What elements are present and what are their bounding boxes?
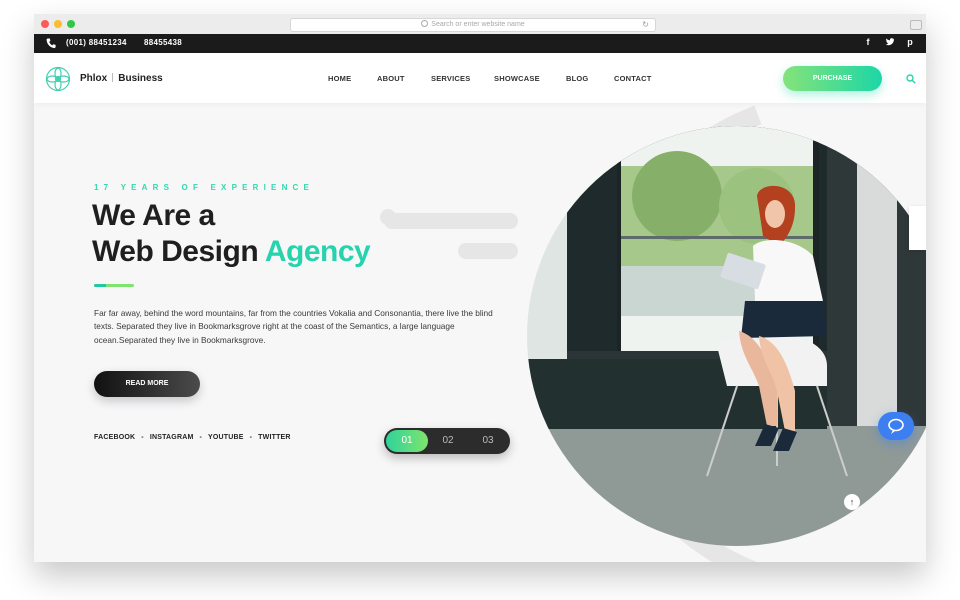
- woman-with-tablet-image: [527, 126, 926, 546]
- social-link-twitter[interactable]: TWITTER: [258, 434, 291, 441]
- hero-title-accent: Agency: [264, 235, 371, 268]
- twitter-icon[interactable]: [884, 37, 894, 48]
- browser-chrome: Search or enter website name ↻: [34, 14, 926, 35]
- social-separator: -: [141, 434, 144, 441]
- slide-button-3[interactable]: 03: [468, 428, 508, 454]
- title-underline: [94, 284, 134, 287]
- social-link-facebook[interactable]: FACEBOOK: [94, 434, 135, 441]
- search-icon: [421, 20, 429, 27]
- slide-pagination: 01 02 03: [384, 428, 510, 454]
- reload-icon[interactable]: ↻: [642, 19, 649, 31]
- slide-button-1[interactable]: 01: [386, 430, 428, 452]
- facebook-icon[interactable]: f: [863, 37, 873, 47]
- hero-title-line1: We Are a: [92, 199, 215, 232]
- hero-title-line2: Web Design Agency: [92, 234, 371, 270]
- read-more-button[interactable]: READ MORE: [94, 371, 200, 397]
- decorative-bars: [380, 209, 518, 259]
- phlox-logo-icon[interactable]: [45, 66, 71, 92]
- scroll-to-top-button[interactable]: ↑: [844, 494, 860, 510]
- top-contact-bar: (001) 88451234 88455438 f p: [34, 34, 926, 53]
- social-separator: -: [199, 434, 203, 441]
- address-bar[interactable]: Search or enter website name ↻: [290, 18, 656, 32]
- social-link-instagram[interactable]: INSTAGRAM: [150, 434, 194, 441]
- chat-button[interactable]: [878, 412, 914, 440]
- pinterest-icon[interactable]: p: [905, 37, 915, 47]
- hero-description: Far far away, behind the word mountains,…: [94, 308, 493, 345]
- hero-title-plain: Web Design: [92, 235, 259, 268]
- sidebar-toggle-icon[interactable]: [910, 20, 922, 30]
- nav-services[interactable]: SERVICES: [431, 74, 470, 83]
- chat-bubble-icon: [888, 418, 904, 434]
- logo-suffix: Business: [118, 73, 163, 84]
- minimize-window-button[interactable]: [54, 20, 62, 28]
- phone-icon: [46, 38, 56, 49]
- nav-contact[interactable]: CONTACT: [614, 74, 652, 83]
- nav-showcase[interactable]: SHOWCASE: [494, 74, 540, 83]
- slide-button-2[interactable]: 02: [428, 428, 468, 454]
- social-links: FACEBOOK - INSTAGRAM - YOUTUBE - TWITTER: [94, 434, 291, 441]
- nav-home[interactable]: HOME: [328, 74, 351, 83]
- purchase-button[interactable]: PURCHASE: [783, 66, 882, 91]
- logo-divider: [112, 73, 114, 82]
- nav-blog[interactable]: BLOG: [566, 74, 588, 83]
- social-link-youtube[interactable]: YOUTUBE: [208, 434, 244, 441]
- hero-title: We Are a Web Design Agency: [92, 198, 371, 270]
- logo-name: Phlox: [80, 73, 108, 84]
- address-placeholder: Search or enter website name: [431, 21, 525, 28]
- side-toolbar[interactable]: [909, 206, 926, 250]
- nav-about[interactable]: ABOUT: [377, 74, 405, 83]
- hero-eyebrow: 17 YEARS OF EXPERIENCE: [94, 183, 315, 192]
- browser-window: Search or enter website name ↻ (001) 884…: [34, 14, 926, 562]
- hero-photo: [527, 126, 926, 546]
- logo-text[interactable]: Phlox Business: [80, 73, 163, 84]
- social-separator: -: [249, 434, 253, 441]
- phone-number-secondary[interactable]: 88455438: [144, 38, 182, 47]
- zoom-window-button[interactable]: [67, 20, 75, 28]
- hero-section: 17 YEARS OF EXPERIENCE We Are a Web Desi…: [34, 103, 926, 562]
- search-icon[interactable]: [906, 74, 916, 84]
- site-header: Phlox Business HOME ABOUT SERVICES SHOWCA…: [34, 53, 926, 103]
- phone-number-primary[interactable]: (001) 88451234: [66, 38, 127, 47]
- close-window-button[interactable]: [41, 20, 49, 28]
